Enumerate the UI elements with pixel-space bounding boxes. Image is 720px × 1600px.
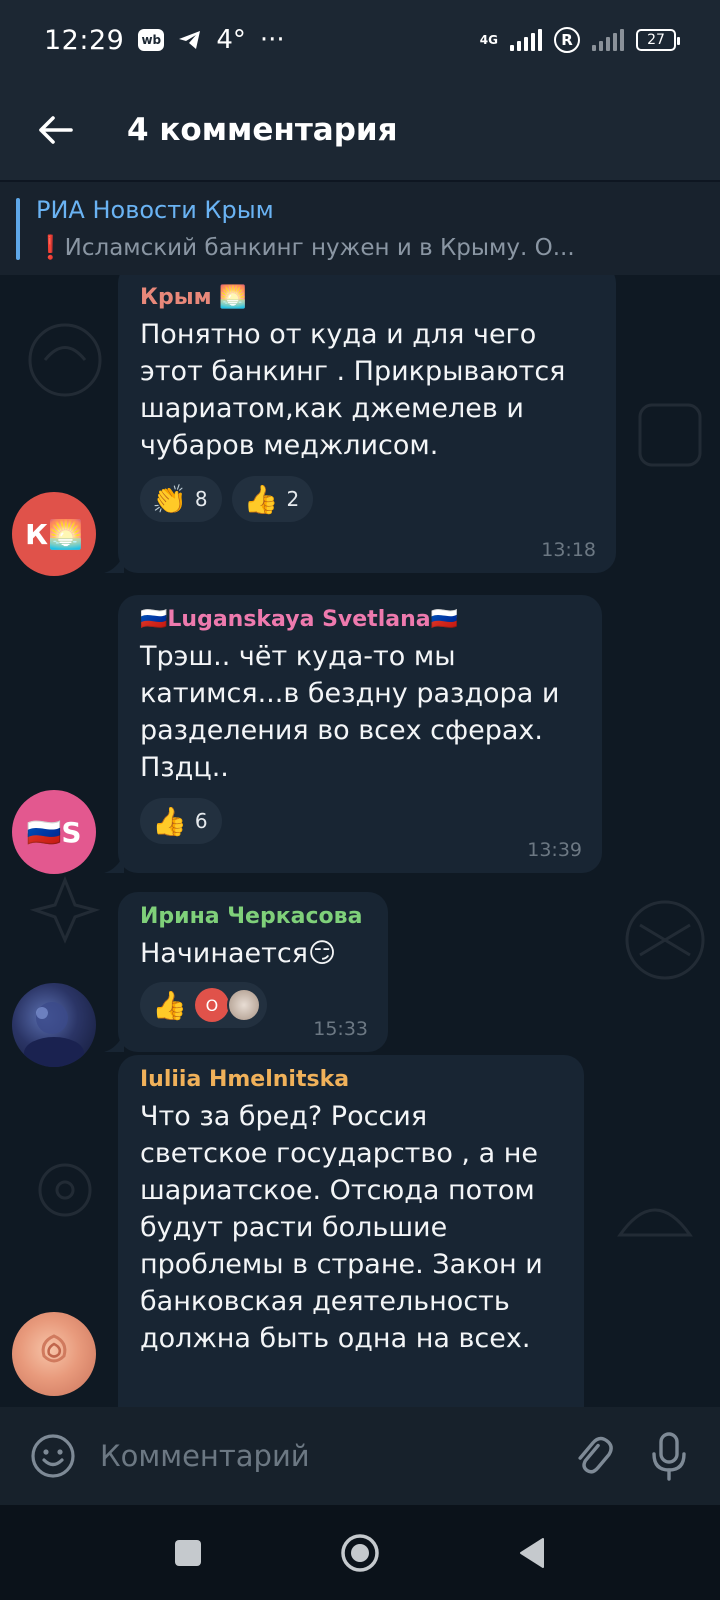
temperature: 4° <box>216 25 246 55</box>
comment-text: Начинается😏 <box>140 938 337 969</box>
smiley-icon <box>31 1434 75 1478</box>
comment-author[interactable]: Ирина Черкасова <box>140 904 366 929</box>
avatar-photo <box>24 1002 84 1067</box>
rose-avatar-photo <box>41 1334 67 1363</box>
signal-strength-icon <box>510 29 542 51</box>
background-doodle-icon <box>617 1208 693 1237</box>
attach-button[interactable] <box>566 1429 620 1483</box>
background-doodle-icon <box>28 323 102 397</box>
pinned-text: ❗Исламский банкинг нужен и в Крыму. О... <box>36 234 696 261</box>
reactor-avatar: О <box>194 988 229 1022</box>
pinned-channel-name: РИА Новости Крым <box>36 196 274 224</box>
comment-author[interactable]: Iuliia Hmelnitska <box>140 1067 562 1092</box>
thumbs-up-icon: 👍 <box>243 482 279 516</box>
status-bar: 12:29 wb 4° ··· 4G R 27 <box>0 0 720 80</box>
back-button[interactable] <box>0 80 110 180</box>
background-doodle-icon <box>38 1163 92 1217</box>
system-navigation-bar <box>0 1505 720 1600</box>
comment-time: 13:39 <box>527 839 582 861</box>
comment-text: Понятно от куда и для чего этот банкинг … <box>140 319 566 461</box>
recent-apps-button[interactable] <box>166 1531 210 1575</box>
reaction-thumbs-up[interactable]: 👍 6 <box>140 798 222 844</box>
avatar[interactable] <box>12 983 96 1067</box>
reaction-count: 6 <box>194 809 208 833</box>
network-type: 4G <box>479 33 498 47</box>
avatar-initials: 🇷🇺S <box>26 815 82 849</box>
comment-bubble[interactable]: Крым 🌅 Понятно от куда и для чего этот б… <box>118 275 616 573</box>
battery-indicator: 27 <box>636 29 680 51</box>
square-icon <box>175 1539 201 1566</box>
paperclip-icon <box>578 1436 613 1474</box>
comment-input[interactable] <box>100 1426 566 1486</box>
comment-bubble[interactable]: 🇷🇺Luganskaya Svetlana🇷🇺 Трэш.. чёт куда-… <box>118 595 602 873</box>
app-header: 4 комментария <box>0 80 720 180</box>
background-doodle-icon <box>638 403 702 467</box>
wb-app-icon: wb <box>138 29 165 51</box>
reaction-thumbs-up[interactable]: 👍 2 <box>231 476 314 522</box>
reaction-count: 2 <box>286 487 300 511</box>
reactor-avatar-photo <box>226 988 261 1022</box>
home-button[interactable] <box>338 1531 382 1575</box>
avatar[interactable]: К🌅 <box>12 492 96 576</box>
pinned-source-post[interactable]: РИА Новости Крым ❗Исламский банкинг нуже… <box>0 182 720 275</box>
background-doodle-icon <box>625 900 705 980</box>
back-arrow-icon <box>39 116 73 144</box>
avatar-initials: К🌅 <box>25 517 83 551</box>
comment-text: Трэш.. чёт куда-то мы катимся...в бездну… <box>140 641 560 783</box>
avatar[interactable] <box>12 1312 96 1396</box>
circle-icon <box>341 1533 379 1572</box>
background-doodle-icon <box>30 875 100 944</box>
reaction-thumbs-up[interactable]: 👍 О <box>140 982 267 1028</box>
bubble-tail <box>104 1032 124 1052</box>
emoji-button[interactable] <box>26 1429 80 1483</box>
comment-composer <box>0 1407 720 1505</box>
comment-bubble[interactable]: Ирина Черкасова Начинается😏 👍 О 15:33 <box>118 892 388 1052</box>
telegram-icon <box>178 29 202 51</box>
thumbs-up-icon: 👍 <box>152 804 187 838</box>
clap-icon: 👏 <box>152 482 187 516</box>
signal-strength-2-icon <box>592 29 624 51</box>
back-nav-button[interactable] <box>510 1531 554 1575</box>
microphone-icon <box>652 1432 686 1481</box>
bubble-tail <box>104 553 124 573</box>
roaming-icon: R <box>554 27 580 53</box>
comment-time: 13:18 <box>541 539 596 561</box>
comments-list[interactable]: К🌅 Крым 🌅 Понятно от куда и для чего это… <box>0 275 720 1407</box>
comment-author[interactable]: 🇷🇺Luganskaya Svetlana🇷🇺 <box>140 607 580 632</box>
comment-text: Что за бред? Россия светское государство… <box>140 1101 543 1354</box>
status-time: 12:29 <box>44 24 125 56</box>
avatar[interactable]: 🇷🇺S <box>12 790 96 874</box>
comment-author[interactable]: Крым 🌅 <box>140 275 594 310</box>
voice-message-button[interactable] <box>642 1429 696 1483</box>
reaction-count: 8 <box>194 487 208 511</box>
reaction-clap[interactable]: 👏 8 <box>140 476 222 522</box>
more-notifications-icon: ··· <box>259 25 285 55</box>
page-title: 4 комментария <box>127 112 398 148</box>
comment-time: 15:33 <box>313 1018 368 1040</box>
triangle-back-icon <box>520 1537 544 1568</box>
comment-bubble[interactable]: Iuliia Hmelnitska Что за бред? Россия св… <box>118 1055 584 1407</box>
exclamation-icon: ❗ <box>36 235 65 261</box>
bubble-tail <box>104 853 124 873</box>
pinned-preview-text: Исламский банкинг нужен и в Крыму. О... <box>64 235 575 261</box>
thumbs-up-icon: 👍 <box>152 988 187 1022</box>
